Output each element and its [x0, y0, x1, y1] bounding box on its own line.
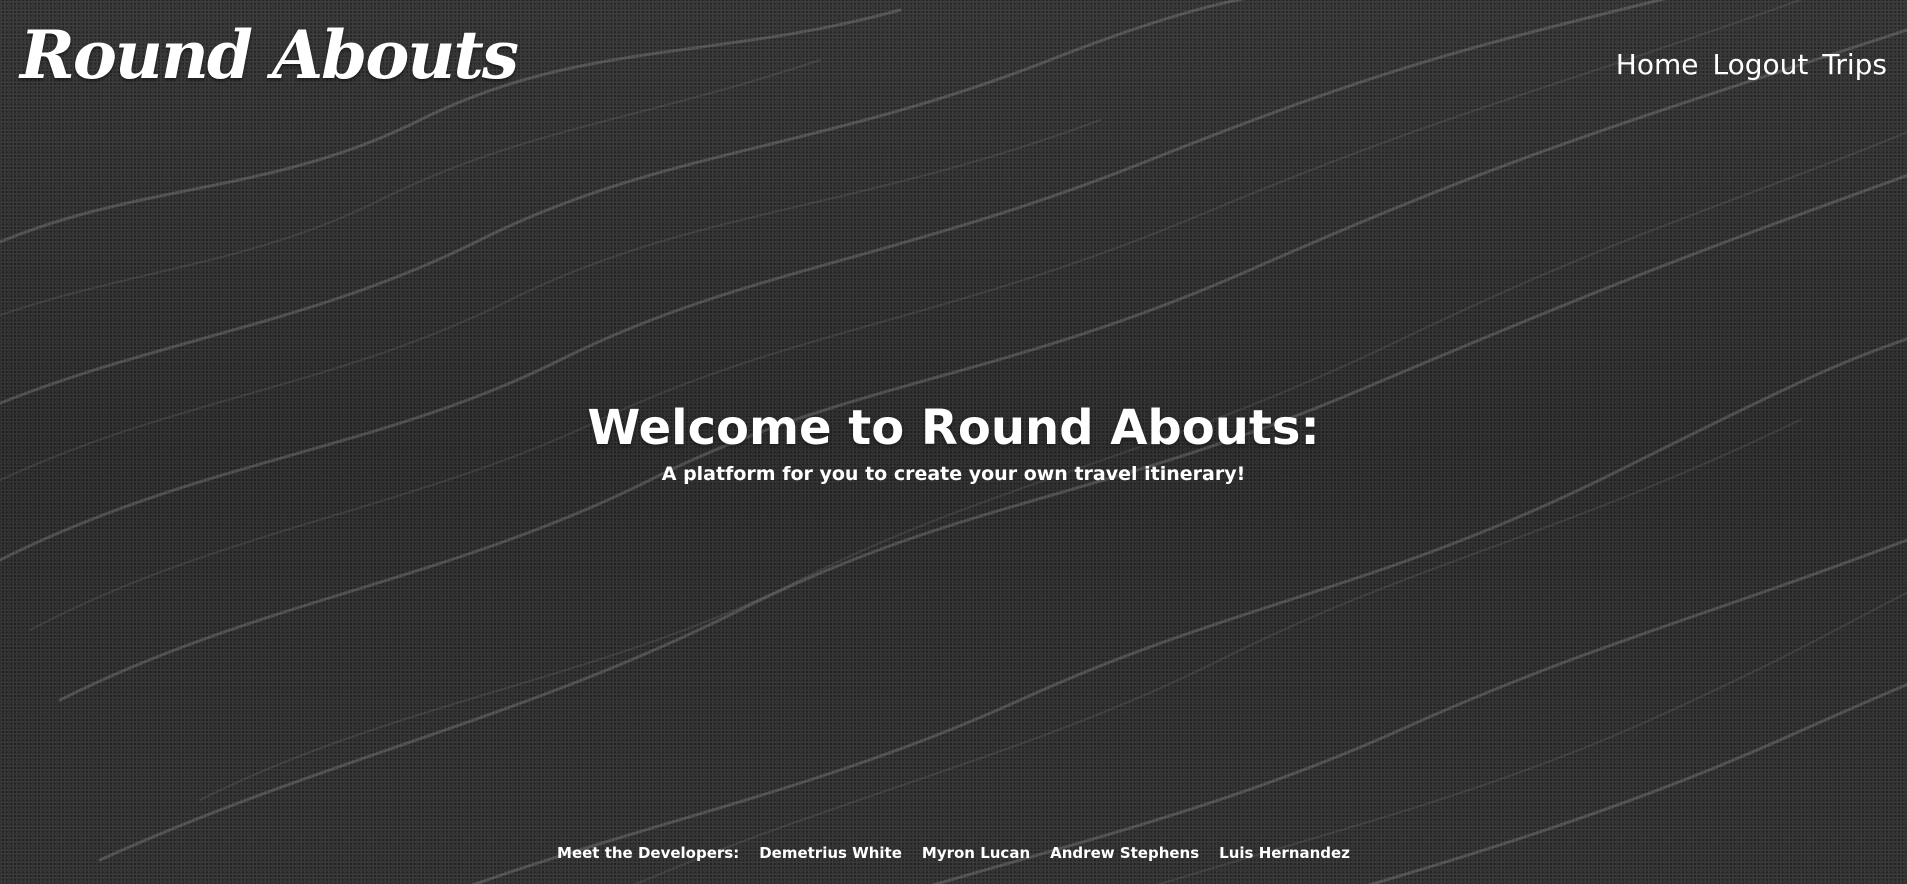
hero-subtitle: A platform for you to create your own tr… [661, 462, 1246, 485]
hero-title: Welcome to Round Abouts: [587, 400, 1320, 456]
hero-section: Welcome to Round Abouts: A platform for … [0, 402, 1907, 486]
developer-link-demetrius-white[interactable]: Demetrius White [759, 844, 902, 862]
site-logo[interactable]: Round Abouts [20, 22, 519, 88]
nav-home-link[interactable]: Home [1616, 48, 1699, 82]
nav-trips-link[interactable]: Trips [1822, 48, 1887, 82]
main-nav: Home Logout Trips [1616, 48, 1887, 82]
developer-link-luis-hernandez[interactable]: Luis Hernandez [1219, 844, 1350, 862]
developers-label: Meet the Developers: [557, 844, 740, 862]
developer-link-andrew-stephens[interactable]: Andrew Stephens [1050, 844, 1199, 862]
nav-logout-link[interactable]: Logout [1712, 48, 1808, 82]
developer-link-myron-lucan[interactable]: Myron Lucan [922, 844, 1030, 862]
developers-footer: Meet the Developers: Demetrius White Myr… [0, 844, 1907, 862]
